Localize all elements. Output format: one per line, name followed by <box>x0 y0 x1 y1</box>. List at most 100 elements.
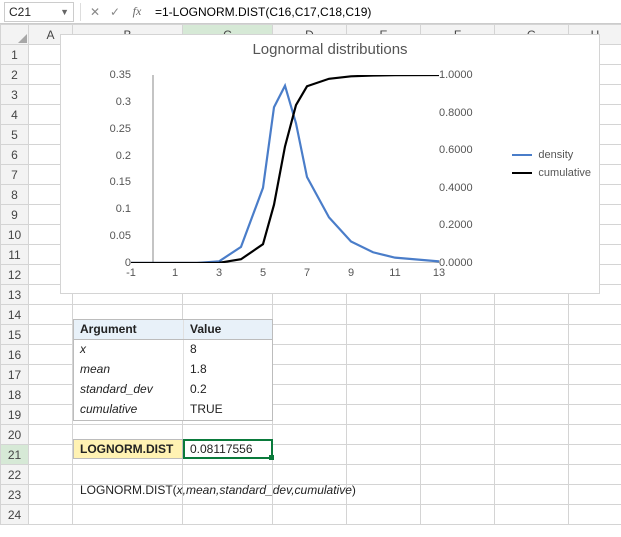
cell[interactable] <box>569 465 621 485</box>
cell[interactable] <box>569 385 621 405</box>
row-header-16[interactable]: 16 <box>1 345 29 365</box>
cell[interactable] <box>495 365 569 385</box>
cell[interactable] <box>421 425 495 445</box>
cell[interactable] <box>183 505 273 525</box>
cell[interactable] <box>29 405 73 425</box>
row-header-4[interactable]: 4 <box>1 105 29 125</box>
result-value-cell[interactable]: 0.08117556 <box>183 439 273 459</box>
cell[interactable] <box>29 485 73 505</box>
cell[interactable] <box>421 465 495 485</box>
row-header-12[interactable]: 12 <box>1 265 29 285</box>
cell[interactable] <box>421 365 495 385</box>
worksheet[interactable]: A B C D E F G H 123456789101112131415161… <box>0 24 621 525</box>
row-header-20[interactable]: 20 <box>1 425 29 445</box>
cell[interactable] <box>347 405 421 425</box>
cell[interactable] <box>421 445 495 465</box>
cell[interactable] <box>495 405 569 425</box>
cell[interactable] <box>569 345 621 365</box>
cell[interactable] <box>569 365 621 385</box>
row-header-22[interactable]: 22 <box>1 465 29 485</box>
cell[interactable] <box>29 345 73 365</box>
chevron-down-icon[interactable]: ▼ <box>60 7 69 17</box>
row-header-6[interactable]: 6 <box>1 145 29 165</box>
cell[interactable] <box>73 505 183 525</box>
cell[interactable] <box>29 505 73 525</box>
cell[interactable] <box>421 305 495 325</box>
cell[interactable] <box>347 465 421 485</box>
cell[interactable] <box>347 305 421 325</box>
cell[interactable] <box>569 505 621 525</box>
cell[interactable] <box>347 445 421 465</box>
cell[interactable] <box>347 345 421 365</box>
cell[interactable] <box>73 465 183 485</box>
cell[interactable] <box>29 425 73 445</box>
row-header-1[interactable]: 1 <box>1 45 29 65</box>
cell[interactable] <box>347 485 421 505</box>
cell[interactable] <box>347 365 421 385</box>
cell[interactable] <box>495 325 569 345</box>
cell[interactable] <box>273 365 347 385</box>
cell[interactable] <box>273 385 347 405</box>
cell[interactable] <box>273 325 347 345</box>
row-header-19[interactable]: 19 <box>1 405 29 425</box>
cell[interactable] <box>273 305 347 325</box>
cell[interactable] <box>569 425 621 445</box>
row-header-15[interactable]: 15 <box>1 325 29 345</box>
row-header-14[interactable]: 14 <box>1 305 29 325</box>
cell[interactable] <box>29 325 73 345</box>
name-box[interactable]: C21 ▼ <box>4 2 74 22</box>
cell[interactable] <box>29 365 73 385</box>
cell[interactable] <box>421 345 495 365</box>
cell[interactable] <box>495 465 569 485</box>
row-header-23[interactable]: 23 <box>1 485 29 505</box>
cell[interactable] <box>421 405 495 425</box>
row-header-18[interactable]: 18 <box>1 385 29 405</box>
row-header-13[interactable]: 13 <box>1 285 29 305</box>
cell[interactable] <box>273 465 347 485</box>
cell[interactable] <box>273 445 347 465</box>
fx-icon[interactable]: fx <box>129 4 145 19</box>
cell[interactable] <box>495 345 569 365</box>
cell[interactable] <box>347 425 421 445</box>
row-header-17[interactable]: 17 <box>1 365 29 385</box>
cell[interactable] <box>569 485 621 505</box>
row-header-11[interactable]: 11 <box>1 245 29 265</box>
chart[interactable]: Lognormal distributions 00.050.10.150.20… <box>60 34 600 294</box>
cell[interactable] <box>273 345 347 365</box>
cell[interactable] <box>347 325 421 345</box>
cell[interactable] <box>29 465 73 485</box>
row-header-2[interactable]: 2 <box>1 65 29 85</box>
cell[interactable] <box>29 385 73 405</box>
row-header-10[interactable]: 10 <box>1 225 29 245</box>
cell[interactable] <box>421 325 495 345</box>
row-header-3[interactable]: 3 <box>1 85 29 105</box>
cell[interactable] <box>29 445 73 465</box>
cell[interactable] <box>495 485 569 505</box>
cell[interactable] <box>495 425 569 445</box>
cell[interactable] <box>569 305 621 325</box>
cell[interactable] <box>495 445 569 465</box>
cell[interactable] <box>495 305 569 325</box>
row-header-24[interactable]: 24 <box>1 505 29 525</box>
cell[interactable] <box>495 505 569 525</box>
cell[interactable] <box>347 385 421 405</box>
cell[interactable] <box>421 485 495 505</box>
cell[interactable] <box>569 325 621 345</box>
cell[interactable] <box>421 385 495 405</box>
cancel-icon[interactable]: ✕ <box>87 5 103 19</box>
cell[interactable] <box>569 445 621 465</box>
cell[interactable] <box>273 505 347 525</box>
row-header-21[interactable]: 21 <box>1 445 29 465</box>
cell[interactable] <box>183 465 273 485</box>
cell[interactable] <box>495 385 569 405</box>
row-header-9[interactable]: 9 <box>1 205 29 225</box>
cell[interactable] <box>273 425 347 445</box>
row-header-8[interactable]: 8 <box>1 185 29 205</box>
cell[interactable] <box>421 505 495 525</box>
cell[interactable] <box>29 305 73 325</box>
accept-icon[interactable]: ✓ <box>107 5 123 19</box>
cell[interactable] <box>347 505 421 525</box>
formula-input[interactable] <box>153 2 617 22</box>
row-header-7[interactable]: 7 <box>1 165 29 185</box>
cell[interactable] <box>569 405 621 425</box>
